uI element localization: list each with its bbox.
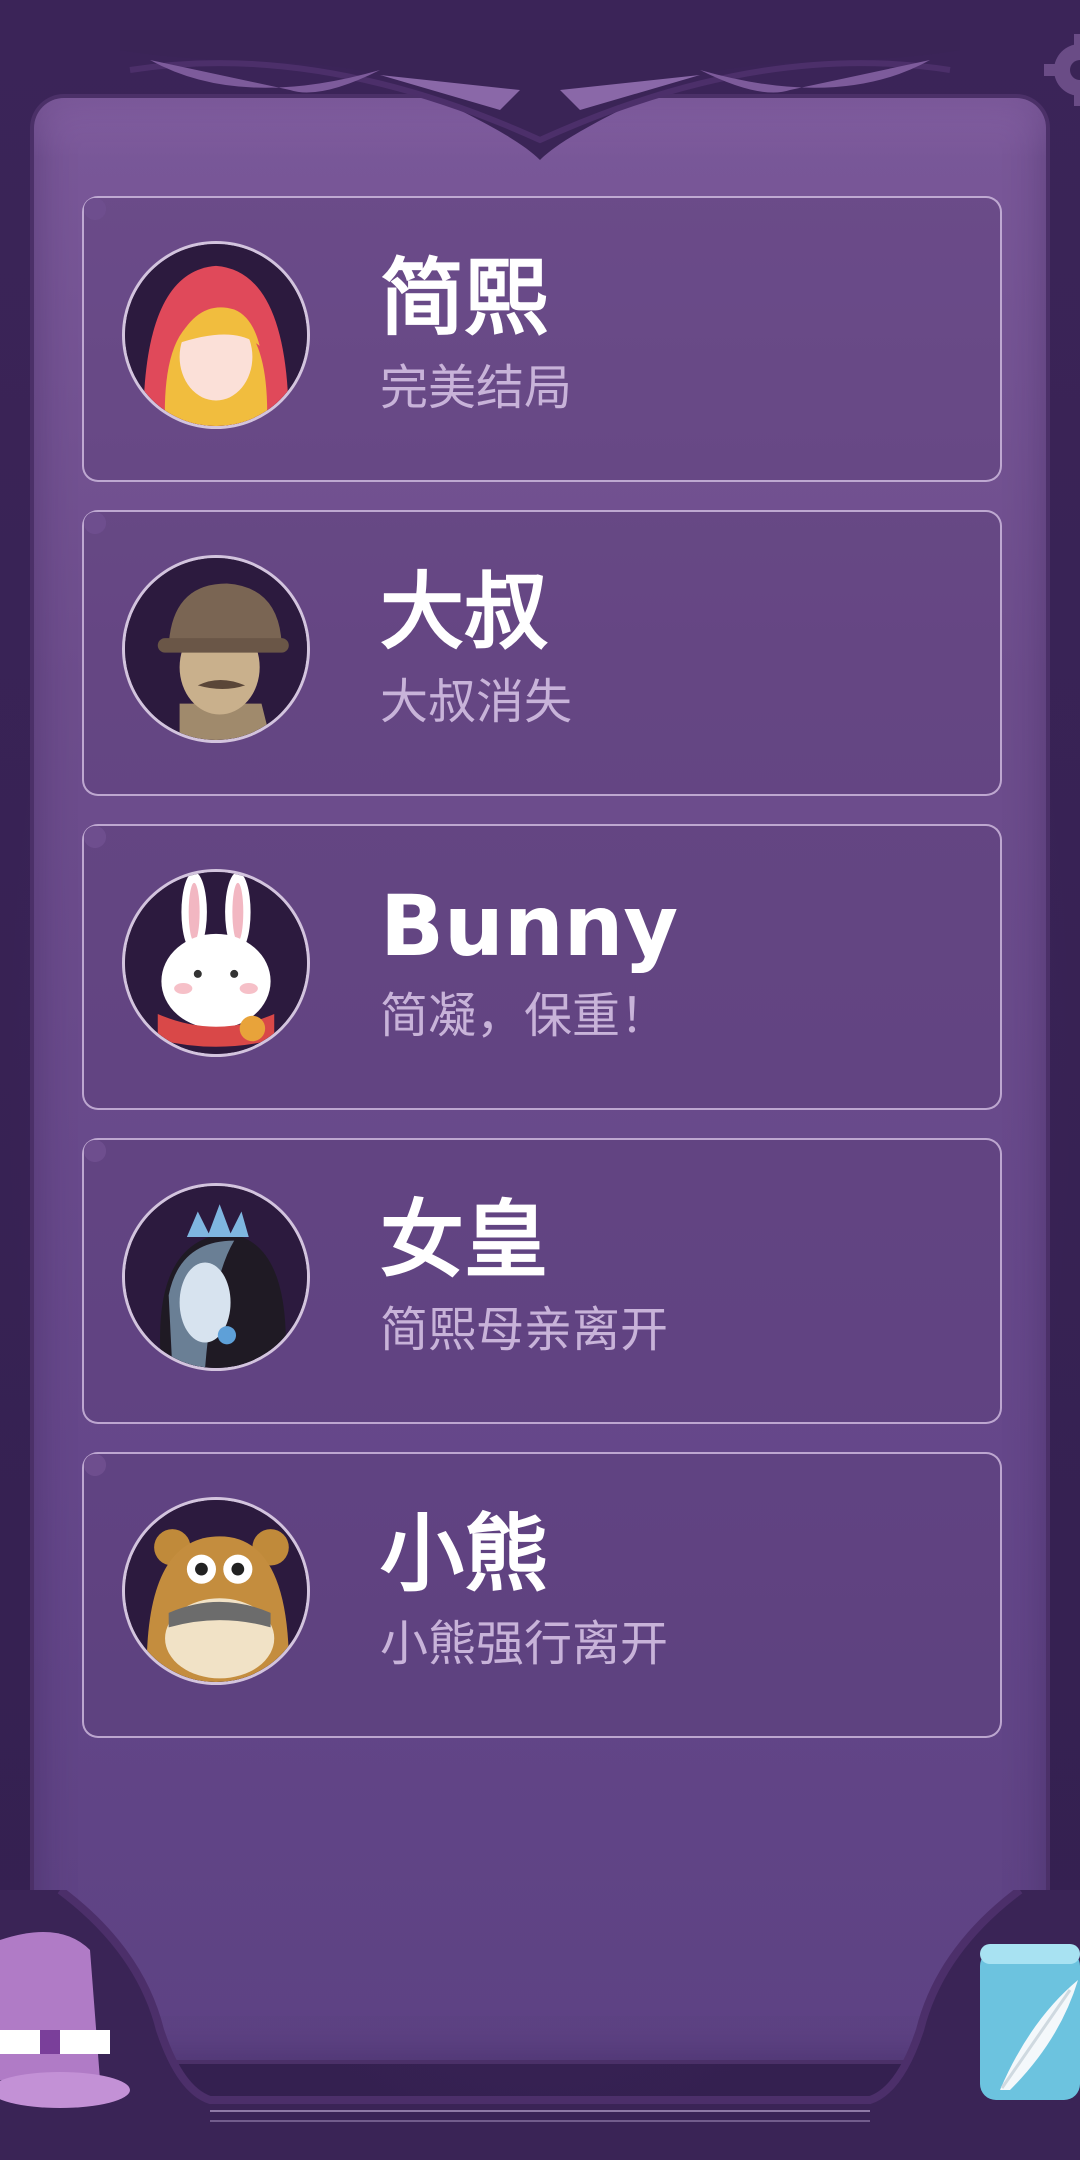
character-card-queen[interactable]: 女皇 简熙母亲离开 bbox=[82, 1138, 1002, 1424]
character-name: 女皇 bbox=[380, 1191, 549, 1289]
magic-hat-icon[interactable] bbox=[0, 1930, 130, 2110]
character-card-jianxi[interactable]: 简熙 完美结局 bbox=[82, 196, 1002, 482]
character-name: 简熙 bbox=[380, 249, 549, 347]
character-card-uncle[interactable]: 大叔 大叔消失 bbox=[82, 510, 1002, 796]
top-ornament bbox=[120, 30, 960, 160]
ending-title: 简熙母亲离开 bbox=[380, 1302, 669, 1358]
ending-title: 简凝，保重！ bbox=[380, 988, 669, 1044]
queen-icon bbox=[122, 1183, 310, 1371]
character-name: 大叔 bbox=[380, 563, 549, 661]
character-card-bear[interactable]: 小熊 小熊强行离开 bbox=[82, 1452, 1002, 1738]
red-hood-girl-icon bbox=[122, 241, 310, 429]
ending-title: 小熊强行离开 bbox=[380, 1616, 669, 1672]
character-name: Bunny bbox=[380, 877, 679, 975]
scroll-quill-icon[interactable] bbox=[960, 1930, 1080, 2110]
character-card-bunny[interactable]: Bunny 简凝，保重！ bbox=[82, 824, 1002, 1110]
ending-title: 完美结局 bbox=[380, 360, 573, 416]
bear-icon bbox=[122, 1497, 310, 1685]
ending-title: 大叔消失 bbox=[380, 674, 573, 730]
gear-icon[interactable] bbox=[1040, 30, 1080, 110]
uncle-cap-icon bbox=[122, 555, 310, 743]
character-name: 小熊 bbox=[380, 1505, 549, 1603]
bottom-divider bbox=[210, 2110, 870, 2122]
bunny-icon bbox=[122, 869, 310, 1057]
